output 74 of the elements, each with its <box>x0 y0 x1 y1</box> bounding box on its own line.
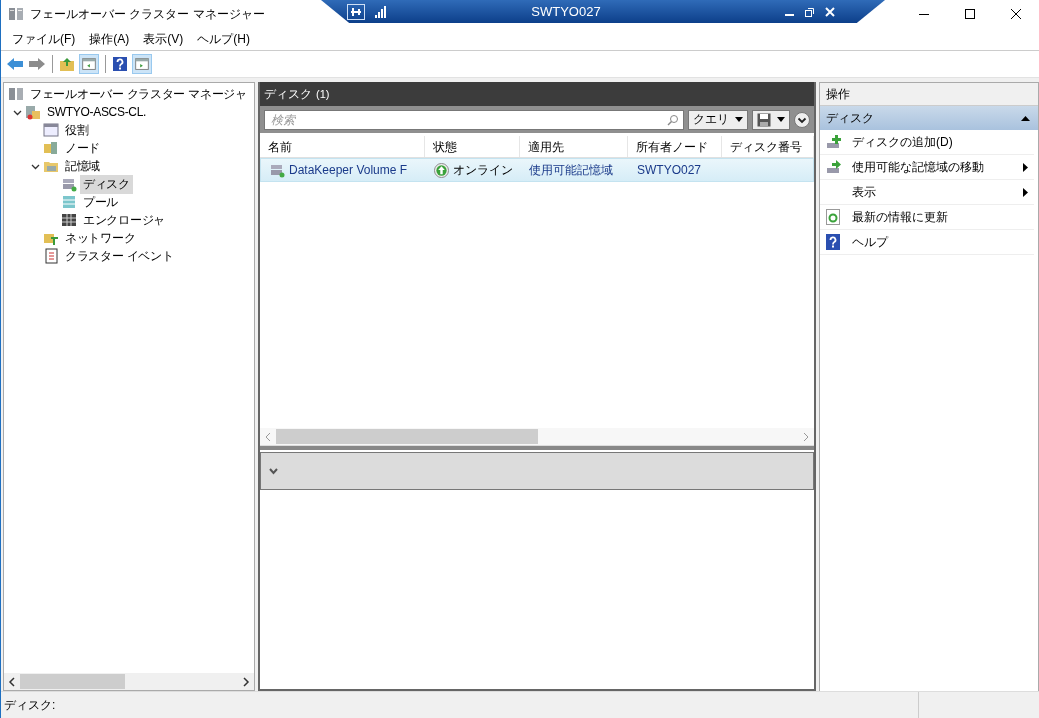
table-cell: 使用可能記憶域 <box>529 161 613 179</box>
remote-restore-icon[interactable] <box>805 6 815 17</box>
tree-item[interactable]: ネットワーク <box>62 228 139 248</box>
add-disk-icon <box>826 134 842 150</box>
horizontal-scrollbar[interactable] <box>4 673 254 690</box>
window-icon <box>43 122 59 138</box>
search-icon <box>667 113 679 126</box>
disk-icon <box>61 176 77 192</box>
pin-icon[interactable] <box>347 3 365 20</box>
window-title: フェールオーバー クラスター マネージャー <box>30 5 265 23</box>
pool-icon <box>61 194 77 210</box>
maximize-icon <box>965 9 975 19</box>
column-header[interactable]: 名前 <box>260 136 425 157</box>
query-dropdown-button[interactable]: クエリ <box>688 109 748 130</box>
cluster-icon <box>25 104 41 120</box>
tree-item[interactable]: フェールオーバー クラスター マネージャ <box>27 84 250 104</box>
action-item[interactable]: 使用可能な記憶域の移動 <box>852 158 1023 176</box>
up-arrow-circle-icon <box>434 162 449 178</box>
folder-up-icon[interactable] <box>59 56 75 72</box>
back-arrow-icon[interactable] <box>6 57 24 71</box>
collapse-triangle-icon[interactable] <box>1021 115 1030 121</box>
table-row[interactable]: DataKeeper Volume F オンライン 使用可能記憶域 SWTYO027 <box>260 158 814 182</box>
action-item[interactable]: ディスクの追加(D) <box>852 133 1028 151</box>
app-icon <box>8 6 24 22</box>
save-query-button[interactable] <box>752 109 790 130</box>
tree-item[interactable]: 記憶域 <box>62 156 104 176</box>
menu-item[interactable]: ファイル(F) <box>5 30 83 48</box>
notebook-icon <box>43 248 59 264</box>
move-disk-icon <box>826 159 842 175</box>
search-field[interactable]: 検索 <box>264 109 684 130</box>
tree-item[interactable]: エンクロージャ <box>80 210 168 230</box>
actions-section-header[interactable]: ディスク <box>820 106 1038 130</box>
status-text: ディスク: <box>3 696 57 714</box>
remote-close-icon[interactable] <box>825 6 835 17</box>
column-header[interactable]: 適用先 <box>520 136 628 157</box>
tree-item[interactable]: ディスク <box>80 174 133 194</box>
column-header[interactable]: ディスク番号 <box>722 136 814 157</box>
action-item[interactable]: 表示 <box>852 183 1023 201</box>
tree-item[interactable]: SWTYO-ASCS-CL. <box>44 104 150 120</box>
table-cell: オンライン <box>453 161 513 179</box>
table-cell: SWTYO027 <box>637 163 702 177</box>
menu-item[interactable]: 操作(A) <box>82 30 137 48</box>
column-header[interactable]: 所有者ノード <box>628 136 722 157</box>
disk-icon <box>269 162 285 178</box>
menu-item[interactable]: 表示(V) <box>136 30 191 48</box>
console-tree-icon[interactable] <box>79 54 99 74</box>
tree-item[interactable]: ノード <box>62 138 104 158</box>
caret-icon <box>735 117 743 122</box>
remote-title: SWTYO027 <box>530 4 602 19</box>
server-folder-icon <box>43 140 59 156</box>
pane-title: ディスク <box>264 85 312 103</box>
tree-item[interactable]: クラスター イベント <box>62 246 177 266</box>
chevron-down-icon[interactable] <box>269 467 278 475</box>
table-cell: DataKeeper Volume F <box>289 163 408 177</box>
tree-item[interactable]: 役割 <box>62 120 92 140</box>
help-icon[interactable] <box>112 56 128 72</box>
item-count: (1) <box>316 88 330 100</box>
actions-header: 操作 <box>820 83 1038 106</box>
expand-circle-icon[interactable] <box>794 111 810 128</box>
menu-item[interactable]: ヘルプ(H) <box>190 30 257 48</box>
action-item[interactable]: ヘルプ <box>852 233 1028 251</box>
signal-icon <box>375 5 387 18</box>
column-header[interactable]: 状態 <box>425 136 520 157</box>
action-pane-icon[interactable] <box>132 54 152 74</box>
close-icon <box>1011 9 1021 19</box>
forward-arrow-icon[interactable] <box>28 57 46 71</box>
help-icon <box>826 234 840 250</box>
tree-item[interactable]: プール <box>80 192 122 212</box>
servers-icon <box>8 86 24 102</box>
section-title: ディスク <box>826 109 874 127</box>
action-item[interactable]: 最新の情報に更新 <box>852 208 1028 226</box>
refresh-icon <box>826 209 840 225</box>
grid-icon <box>61 212 77 228</box>
caret-icon <box>777 117 785 122</box>
